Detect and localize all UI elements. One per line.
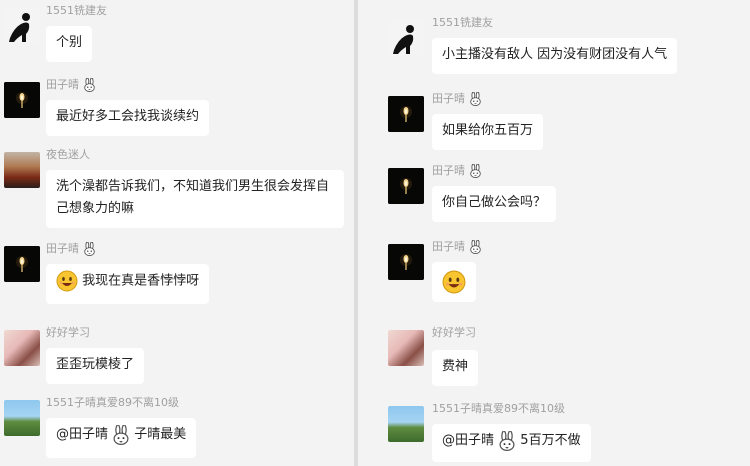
nickname: 田子晴 (432, 240, 482, 254)
smile-emoji-icon (56, 270, 78, 292)
message-text: 如果给你五百万 (442, 123, 534, 138)
avatar[interactable] (388, 330, 424, 366)
silhouette-avatar-icon (4, 8, 40, 44)
nickname: 1551铣建友 (432, 16, 493, 29)
nickname: 1551铣建友 (46, 4, 107, 17)
message-bubble[interactable]: 你自己做公会吗？ (432, 186, 557, 222)
nickname: 1551子晴真爱89不离10级 (432, 402, 565, 415)
message-text: 费神 (442, 359, 469, 374)
avatar[interactable] (388, 96, 424, 132)
message-bubble[interactable]: 小主播没有敌人 因为没有财团没有人气 (432, 38, 678, 74)
message-text: 洗个澡都告诉我们，不知道我们男生很会发挥自己想象力的嘛 (56, 179, 330, 216)
message-bubble[interactable]: 如果给你五百万 (432, 114, 544, 150)
rabbit-icon (469, 240, 482, 254)
message-text: 个别 (56, 35, 83, 50)
left-chat-panel: 1551铣建友 个别 田子晴 最近好多工会找我谈续约 夜色迷人 洗个澡都告诉我们… (0, 0, 354, 466)
avatar[interactable] (4, 82, 40, 118)
nickname: 田子晴 (46, 78, 96, 92)
candle-avatar-icon (4, 82, 40, 118)
message-text: 小主播没有敌人 因为没有财团没有人气 (442, 47, 668, 62)
message-bubble[interactable]: 洗个澡都告诉我们，不知道我们男生很会发挥自己想象力的嘛 (46, 170, 344, 228)
message-bubble[interactable]: 个别 (46, 26, 93, 62)
nickname-text: 田子晴 (432, 92, 465, 105)
candle-avatar-icon (4, 246, 40, 282)
nickname: 田子晴 (432, 164, 482, 178)
avatar[interactable] (4, 400, 40, 436)
nickname: 好好学习 (432, 326, 476, 339)
avatar[interactable] (388, 168, 424, 204)
candle-avatar-icon (388, 244, 424, 280)
avatar[interactable] (4, 246, 40, 282)
avatar[interactable] (4, 152, 40, 188)
avatar[interactable] (388, 20, 424, 56)
rabbit-icon (469, 92, 482, 106)
message-bubble[interactable] (432, 262, 476, 302)
message-text: 最近好多工会找我谈续约 (56, 109, 200, 124)
nickname: 好好学习 (46, 326, 90, 339)
rabbit-icon (498, 431, 516, 451)
candle-avatar-icon (388, 96, 424, 132)
message-text: 子晴最美 (134, 427, 187, 442)
mention-text[interactable]: @田子晴 (442, 433, 494, 448)
rabbit-icon (83, 78, 96, 92)
avatar[interactable] (4, 330, 40, 366)
message-bubble[interactable]: 费神 (432, 350, 479, 386)
rabbit-icon (112, 425, 130, 445)
smile-emoji-icon (442, 270, 466, 294)
silhouette-avatar-icon (388, 20, 424, 56)
right-chat-panel: 1551铣建友 小主播没有敌人 因为没有财团没有人气 田子晴 如果给你五百万 田… (358, 0, 750, 466)
avatar[interactable] (388, 406, 424, 442)
nickname-text: 田子晴 (46, 78, 79, 91)
nickname-text: 田子晴 (432, 164, 465, 177)
rabbit-icon (469, 164, 482, 178)
message-text: 5百万不做 (520, 433, 581, 448)
message-bubble[interactable]: @田子晴 5百万不做 (432, 424, 591, 462)
nickname: 夜色迷人 (46, 148, 90, 161)
message-bubble[interactable]: @田子晴 子晴最美 (46, 418, 197, 458)
message-text: 你自己做公会吗？ (442, 195, 547, 210)
avatar[interactable] (388, 244, 424, 280)
nickname: 田子晴 (46, 242, 96, 256)
candle-avatar-icon (388, 168, 424, 204)
rabbit-icon (83, 242, 96, 256)
nickname: 1551子晴真爱89不离10级 (46, 396, 179, 409)
message-text: 我现在真是香悖悖呀 (82, 273, 200, 289)
nickname-text: 田子晴 (432, 240, 465, 253)
avatar[interactable] (4, 8, 40, 44)
mention-text[interactable]: @田子晴 (56, 427, 108, 442)
message-bubble[interactable]: 最近好多工会找我谈续约 (46, 100, 210, 136)
message-bubble[interactable]: 歪歪玩模棱了 (46, 348, 145, 384)
nickname: 田子晴 (432, 92, 482, 106)
nickname-text: 田子晴 (46, 242, 79, 255)
message-text: 歪歪玩模棱了 (56, 357, 135, 372)
message-bubble[interactable]: 我现在真是香悖悖呀 (46, 264, 210, 304)
